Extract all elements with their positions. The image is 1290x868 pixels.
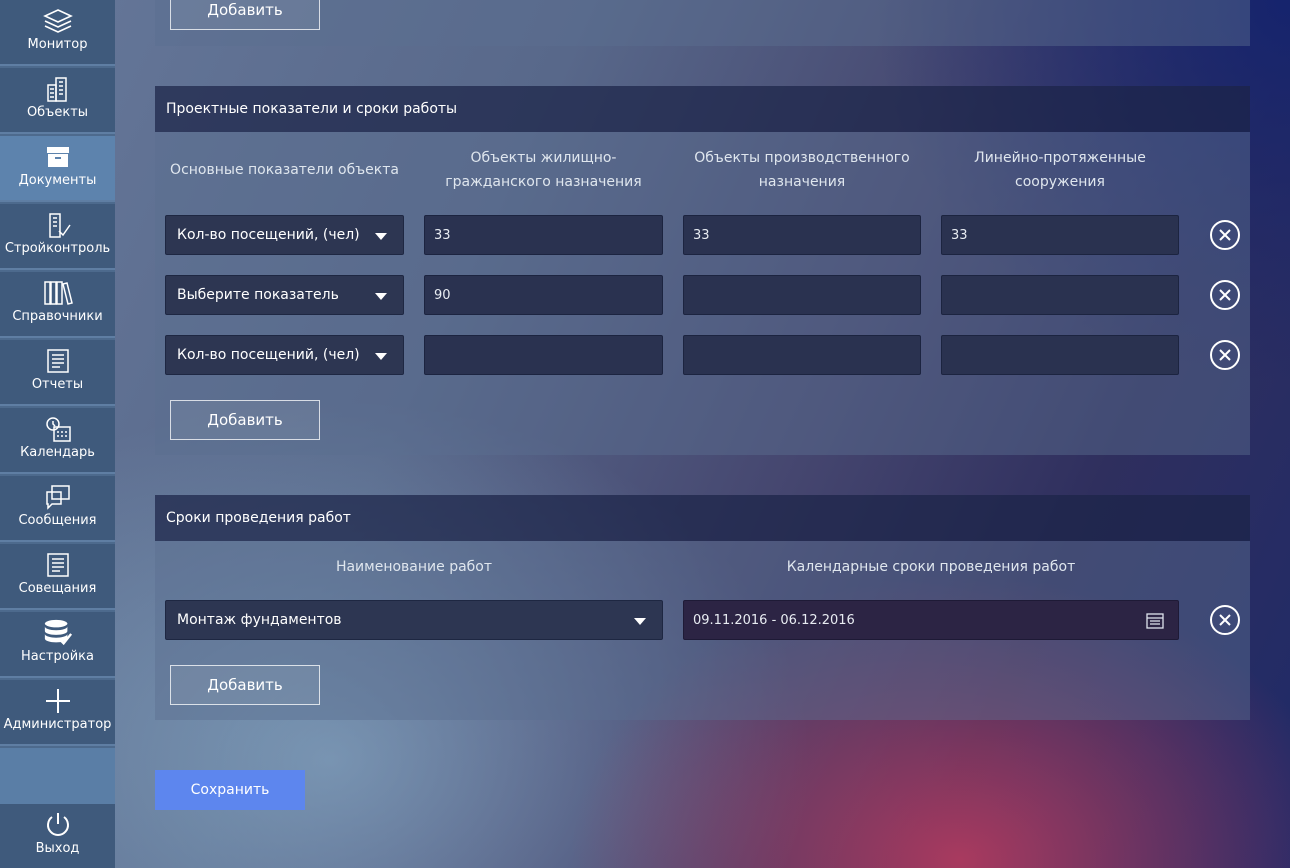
building-check-icon <box>43 211 73 239</box>
sidebar-item-construction-control[interactable]: Стройконтроль <box>0 204 115 270</box>
close-icon <box>1219 289 1231 301</box>
work-name-select-value: Монтаж фундаментов <box>177 612 342 628</box>
sidebar-spacer <box>0 748 115 804</box>
indicator-select[interactable]: Выберите показатель <box>165 275 404 315</box>
messages-icon <box>43 483 73 511</box>
sidebar-item-label: Документы <box>18 173 97 188</box>
column-header-industrial: Объекты производственного назначения <box>694 150 910 190</box>
linear-value-field[interactable]: 33 <box>941 215 1179 255</box>
add-button-previous[interactable]: Добавить <box>170 0 320 30</box>
close-icon <box>1219 614 1231 626</box>
add-indicator-button[interactable]: Добавить <box>170 400 320 440</box>
save-button[interactable]: Сохранить <box>155 770 305 810</box>
industrial-value-field[interactable] <box>683 335 921 375</box>
sidebar-item-label: Администратор <box>3 717 112 732</box>
calendar-clock-icon <box>43 415 73 443</box>
industrial-value-field[interactable]: 33 <box>683 215 921 255</box>
work-dates-value: 09.11.2016 - 06.12.2016 <box>693 612 855 628</box>
column-header-linear: Линейно-протяженные сооружения <box>974 150 1146 190</box>
report-list-icon <box>43 347 73 375</box>
sidebar-item-settings[interactable]: Настройка <box>0 612 115 678</box>
remove-row-button[interactable] <box>1210 220 1240 250</box>
indicator-select-value: Выберите показатель <box>177 287 339 303</box>
column-header-main-indicators: Основные показатели объекта <box>170 162 399 178</box>
sidebar: Монитор Объекты Документы Стройконтроль … <box>0 0 115 868</box>
column-header-work-name: Наименование работ <box>335 559 493 575</box>
sidebar-item-label: Совещания <box>18 581 97 596</box>
sidebar-item-label: Стройконтроль <box>4 241 111 256</box>
remove-row-button[interactable] <box>1210 340 1240 370</box>
close-icon <box>1219 229 1231 241</box>
sidebar-item-meetings[interactable]: Совещания <box>0 544 115 610</box>
sidebar-item-label: Объекты <box>26 105 89 120</box>
sidebar-item-messages[interactable]: Сообщения <box>0 476 115 542</box>
sidebar-item-label: Отчеты <box>31 377 84 392</box>
calendar-icon[interactable] <box>1146 612 1164 633</box>
chevron-down-icon <box>375 353 387 360</box>
indicator-select-value: Кол-во посещений, (чел) <box>177 347 360 363</box>
power-icon <box>43 811 73 839</box>
sidebar-item-documents[interactable]: Документы <box>0 136 115 202</box>
logout-label: Выход <box>35 841 80 856</box>
sidebar-item-label: Монитор <box>27 37 88 52</box>
chevron-down-icon <box>375 233 387 240</box>
sidebar-item-label: Справочники <box>12 309 103 324</box>
work-dates-field[interactable]: 09.11.2016 - 06.12.2016 <box>683 600 1179 640</box>
indicator-select-value: Кол-во посещений, (чел) <box>177 227 360 243</box>
linear-value-field[interactable] <box>941 275 1179 315</box>
residential-value-field[interactable] <box>424 335 663 375</box>
sidebar-item-administrator[interactable]: Администратор <box>0 680 115 746</box>
chevron-down-icon <box>634 618 646 625</box>
linear-value-field[interactable] <box>941 335 1179 375</box>
close-icon <box>1219 349 1231 361</box>
books-icon <box>43 279 73 307</box>
sidebar-item-monitor[interactable]: Монитор <box>0 0 115 66</box>
work-name-select[interactable]: Монтаж фундаментов <box>165 600 663 640</box>
indicators-section-title: Проектные показатели и сроки работы <box>155 86 1250 132</box>
sidebar-item-label: Настройка <box>21 649 94 664</box>
database-check-icon <box>43 619 73 647</box>
schedule-section-title: Сроки проведения работ <box>155 495 1250 541</box>
industrial-value-field[interactable] <box>683 275 921 315</box>
residential-value-field[interactable]: 90 <box>424 275 663 315</box>
plus-icon <box>43 687 73 715</box>
buildings-icon <box>43 75 73 103</box>
chevron-down-icon <box>375 293 387 300</box>
remove-row-button[interactable] <box>1210 605 1240 635</box>
add-work-button[interactable]: Добавить <box>170 665 320 705</box>
layers-icon <box>42 7 73 35</box>
sidebar-item-directories[interactable]: Справочники <box>0 272 115 338</box>
sidebar-item-objects[interactable]: Объекты <box>0 68 115 134</box>
sidebar-item-reports[interactable]: Отчеты <box>0 340 115 406</box>
column-header-work-dates: Календарные сроки проведения работ <box>786 559 1076 575</box>
archive-box-icon <box>43 143 73 171</box>
logout-button[interactable]: Выход <box>0 804 115 868</box>
meeting-list-icon <box>43 551 73 579</box>
sidebar-item-label: Сообщения <box>18 513 97 528</box>
indicator-select[interactable]: Кол-во посещений, (чел) <box>165 335 404 375</box>
column-header-residential: Объекты жилищно-гражданского назначения <box>445 150 642 190</box>
remove-row-button[interactable] <box>1210 280 1240 310</box>
indicator-select[interactable]: Кол-во посещений, (чел) <box>165 215 404 255</box>
residential-value-field[interactable]: 33 <box>424 215 663 255</box>
sidebar-item-calendar[interactable]: Календарь <box>0 408 115 474</box>
sidebar-item-label: Календарь <box>20 445 95 460</box>
